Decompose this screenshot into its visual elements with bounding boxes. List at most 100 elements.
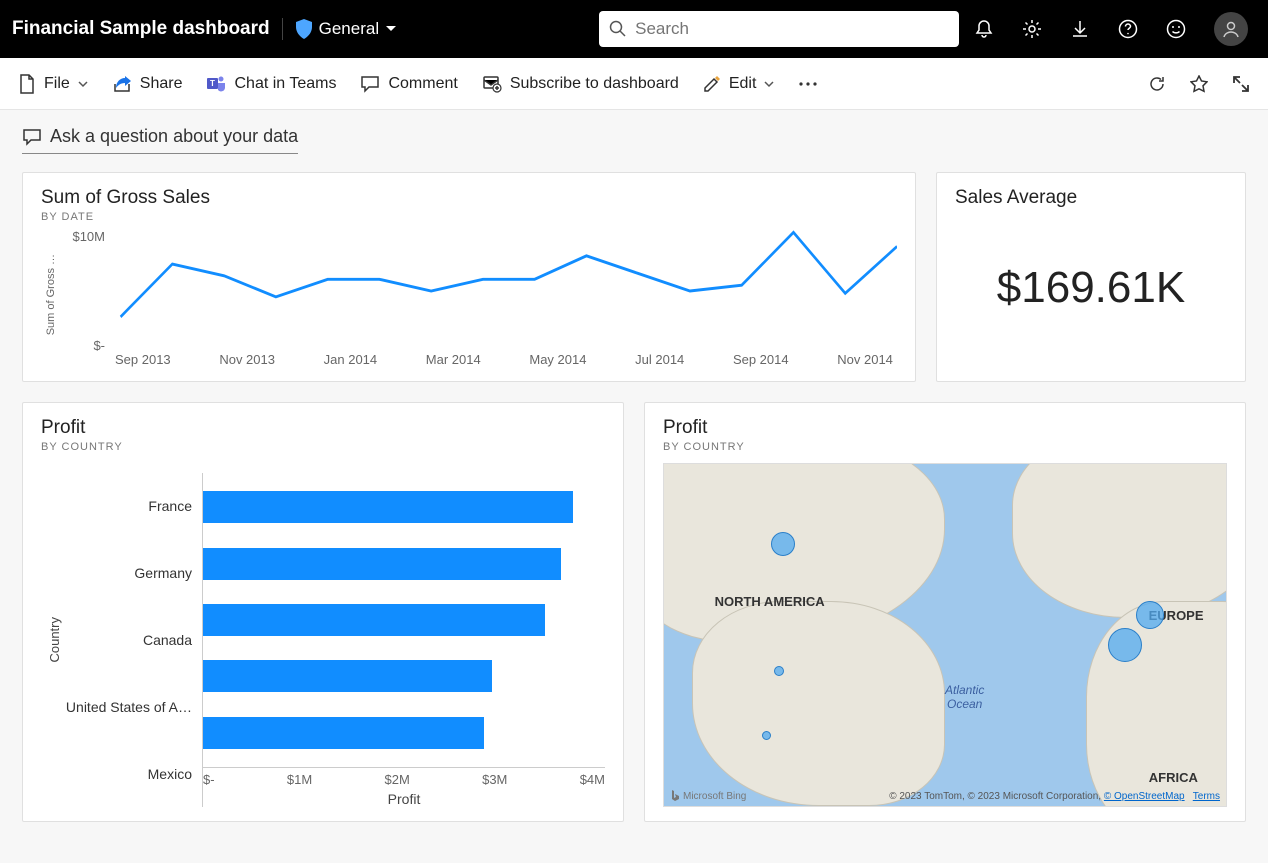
- map-attribution: Microsoft Bing © 2023 TomTom, © 2023 Mic…: [670, 790, 1220, 802]
- map-bubble-france[interactable]: [1108, 628, 1142, 662]
- y-tick: $-: [93, 338, 105, 353]
- comment-button[interactable]: Comment: [360, 75, 457, 93]
- kpi-value: $169.61K: [955, 209, 1227, 367]
- x-tick: Mar 2014: [426, 352, 481, 367]
- subscribe-label: Subscribe to dashboard: [510, 75, 679, 93]
- map-bubble-usa[interactable]: [774, 666, 784, 676]
- chevron-down-icon: [385, 23, 397, 35]
- file-menu[interactable]: File: [18, 74, 88, 94]
- x-tick: Sep 2014: [733, 352, 789, 367]
- refresh-button[interactable]: [1148, 75, 1166, 93]
- bar-cat: Mexico: [62, 766, 192, 782]
- star-icon: [1190, 75, 1208, 93]
- map-bubble-canada[interactable]: [771, 532, 795, 556]
- favorite-button[interactable]: [1190, 75, 1208, 93]
- command-bar: File Share T Chat in Teams Comment Subsc…: [0, 58, 1268, 110]
- x-tick: $4M: [580, 772, 605, 787]
- x-tick: Jan 2014: [324, 352, 378, 367]
- terms-link[interactable]: Terms: [1193, 791, 1220, 802]
- svg-text:T: T: [211, 79, 216, 88]
- notifications-icon[interactable]: [974, 19, 994, 39]
- shield-icon: [295, 19, 313, 39]
- line-chart-svg: [111, 223, 897, 352]
- x-axis: $- $1M $2M $3M $4M: [203, 767, 605, 787]
- chat-label: Chat in Teams: [234, 75, 336, 93]
- sensitivity-label: General: [319, 19, 379, 39]
- search-box[interactable]: [599, 11, 959, 47]
- sensitivity-dropdown[interactable]: General: [283, 19, 409, 39]
- download-icon[interactable]: [1070, 19, 1090, 39]
- x-tick: Jul 2014: [635, 352, 684, 367]
- edit-label: Edit: [729, 75, 757, 93]
- tile-subtitle: BY COUNTRY: [663, 441, 1227, 453]
- comment-icon: [360, 75, 380, 93]
- more-menu[interactable]: [798, 81, 818, 87]
- chevron-down-icon: [78, 79, 88, 89]
- chevron-down-icon: [764, 79, 774, 89]
- tile-title: Profit: [663, 417, 1227, 439]
- tile-subtitle: BY COUNTRY: [41, 441, 605, 453]
- bar-cat: United States of A…: [62, 699, 192, 715]
- x-tick: Nov 2014: [837, 352, 893, 367]
- osm-link[interactable]: © OpenStreetMap: [1104, 791, 1185, 802]
- file-label: File: [44, 75, 70, 93]
- edit-menu[interactable]: Edit: [703, 75, 775, 93]
- feedback-icon[interactable]: [1166, 19, 1186, 39]
- refresh-icon: [1148, 75, 1166, 93]
- chat-icon: [22, 128, 42, 146]
- y-axis: $10M $-: [57, 223, 111, 367]
- bar-categories: France Germany Canada United States of A…: [62, 473, 202, 807]
- x-tick: Nov 2013: [219, 352, 275, 367]
- x-tick: May 2014: [529, 352, 586, 367]
- account-avatar[interactable]: [1214, 12, 1248, 46]
- comment-label: Comment: [388, 75, 457, 93]
- y-axis-label: Sum of Gross …: [41, 254, 57, 335]
- x-tick: $2M: [384, 772, 409, 787]
- map-credits: © 2023 TomTom, © 2023 Microsoft Corporat…: [889, 791, 1104, 802]
- tile-title: Profit: [41, 417, 605, 439]
- map-label-na: NORTH AMERICA: [715, 594, 825, 609]
- teams-icon: T: [206, 75, 226, 93]
- fullscreen-icon: [1232, 75, 1250, 93]
- tile-subtitle: BY DATE: [41, 211, 897, 223]
- subscribe-button[interactable]: Subscribe to dashboard: [482, 75, 679, 93]
- tile-title: Sales Average: [955, 187, 1227, 209]
- tile-profit-bar[interactable]: Profit BY COUNTRY Country France Germany…: [22, 402, 624, 822]
- settings-icon[interactable]: [1022, 19, 1042, 39]
- search-input[interactable]: [635, 19, 949, 39]
- qna-label: Ask a question about your data: [50, 126, 298, 147]
- fullscreen-button[interactable]: [1232, 75, 1250, 93]
- search-icon: [609, 20, 627, 38]
- app-header: Financial Sample dashboard General: [0, 0, 1268, 58]
- bing-logo: Microsoft Bing: [670, 790, 746, 802]
- tile-gross-sales-line[interactable]: Sum of Gross Sales BY DATE Sum of Gross …: [22, 172, 916, 382]
- tile-sales-average[interactable]: Sales Average $169.61K: [936, 172, 1246, 382]
- share-icon: [112, 75, 132, 93]
- file-icon: [18, 74, 36, 94]
- x-tick: Sep 2013: [115, 352, 171, 367]
- bar-cat: Germany: [62, 565, 192, 581]
- chat-teams-button[interactable]: T Chat in Teams: [206, 75, 336, 93]
- map-label-af: AFRICA: [1149, 770, 1198, 785]
- y-axis-label: Country: [41, 617, 62, 663]
- qna-input[interactable]: Ask a question about your data: [22, 126, 298, 154]
- subscribe-icon: [482, 75, 502, 93]
- edit-icon: [703, 75, 721, 93]
- help-icon[interactable]: [1118, 19, 1138, 39]
- map-canvas[interactable]: NORTH AMERICA EUROPE AFRICA Atlantic Oce…: [663, 463, 1227, 807]
- bar-cat: France: [62, 498, 192, 514]
- x-axis: Sep 2013 Nov 2013 Jan 2014 Mar 2014 May …: [111, 352, 897, 367]
- dashboard-title: Financial Sample dashboard: [12, 18, 283, 40]
- bar-cat: Canada: [62, 632, 192, 648]
- tile-title: Sum of Gross Sales: [41, 187, 897, 209]
- bar-rows: [203, 473, 605, 767]
- x-tick: $-: [203, 772, 215, 787]
- x-tick: $1M: [287, 772, 312, 787]
- tile-profit-map[interactable]: Profit BY COUNTRY NORTH AMERICA EUROPE A…: [644, 402, 1246, 822]
- map-label-ocean: Atlantic Ocean: [945, 683, 984, 711]
- share-button[interactable]: Share: [112, 75, 183, 93]
- map-bubble-germany[interactable]: [1136, 601, 1164, 629]
- y-tick: $10M: [72, 229, 105, 244]
- x-tick: $3M: [482, 772, 507, 787]
- x-axis-label: Profit: [203, 791, 605, 807]
